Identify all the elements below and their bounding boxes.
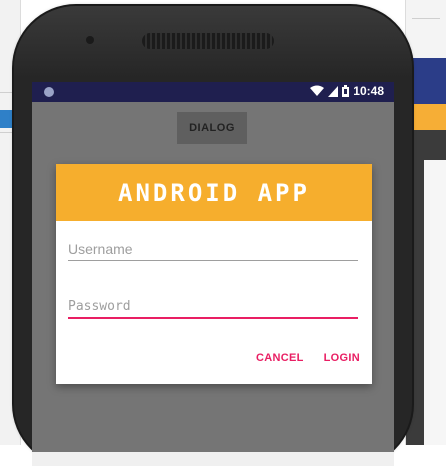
phone-frame: 10:48 DIALOG ANDROID APP CANCEL LOGIN (14, 6, 412, 466)
battery-icon (342, 85, 350, 97)
bottom-strip (32, 452, 394, 466)
toolbar-fragment (412, 8, 440, 19)
speaker-grille (142, 33, 274, 49)
selected-row-marker (0, 110, 12, 128)
status-time: 10:48 (353, 84, 384, 98)
status-bar: 10:48 (32, 82, 394, 102)
preview-header-fragment (406, 104, 446, 130)
camera-icon (86, 36, 94, 44)
cancel-button[interactable]: CANCEL (256, 352, 304, 364)
preview-toolbar-fragment (406, 58, 446, 104)
password-input[interactable] (68, 295, 358, 319)
dialog-actions: CANCEL LOGIN (256, 352, 360, 364)
dialog-button[interactable]: DIALOG (177, 112, 247, 144)
login-dialog: ANDROID APP CANCEL LOGIN (56, 164, 372, 384)
notification-icon (44, 87, 54, 97)
status-right-group: 10:48 (310, 84, 384, 98)
phone-screen: 10:48 DIALOG ANDROID APP CANCEL LOGIN (32, 82, 394, 466)
preview-panel-fragment (424, 160, 446, 445)
login-button[interactable]: LOGIN (324, 352, 360, 364)
username-input[interactable] (68, 238, 358, 261)
signal-icon (328, 85, 339, 97)
wifi-icon (310, 85, 325, 96)
dialog-header: ANDROID APP (56, 164, 372, 221)
dialog-title: ANDROID APP (118, 178, 310, 207)
